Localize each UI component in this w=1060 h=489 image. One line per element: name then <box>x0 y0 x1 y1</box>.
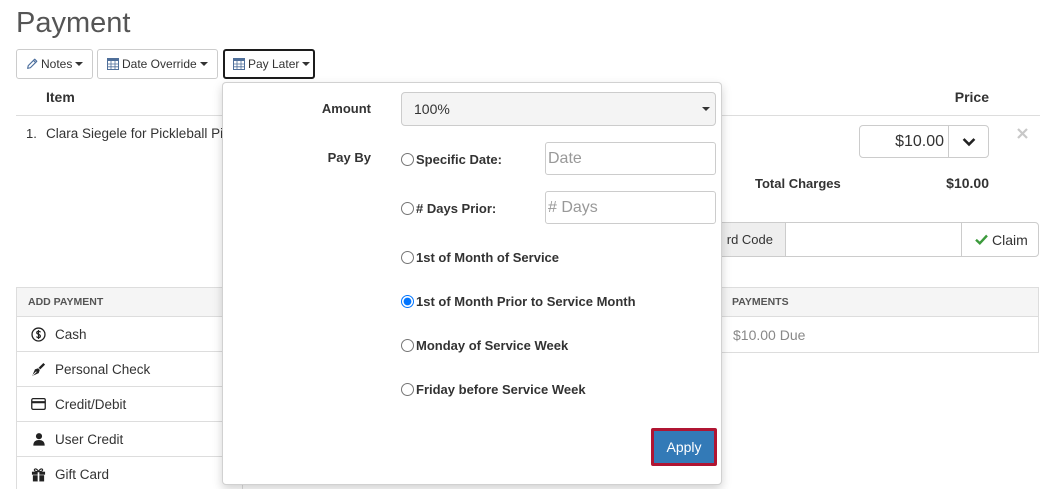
first-of-prior-month-radio[interactable] <box>401 294 414 308</box>
caret-down-icon <box>302 62 311 66</box>
payment-method-gift-card[interactable]: Gift Card <box>17 457 242 489</box>
check-icon <box>975 234 988 245</box>
payment-method-cash[interactable]: Cash <box>17 317 242 352</box>
calendar-icon <box>233 58 245 70</box>
pay-by-option-days-prior[interactable]: # Days Prior: <box>401 200 496 216</box>
pay-later-dropdown-button[interactable]: Pay Later <box>223 49 315 79</box>
add-payment-panel: ADD PAYMENT Cash Personal Check Credit/D… <box>16 287 243 489</box>
amount-select[interactable]: 100% <box>401 92 716 126</box>
notes-dropdown-button[interactable]: Notes <box>16 49 93 79</box>
date-override-button-label: Date Override <box>122 57 197 71</box>
specific-date-radio[interactable] <box>401 152 414 166</box>
caret-down-icon <box>199 62 208 66</box>
chevron-down-icon <box>962 137 976 147</box>
price-column-header: Price <box>954 89 989 105</box>
credit-card-icon <box>31 397 46 412</box>
pay-by-option-friday-before-week[interactable]: Friday before Service Week <box>401 381 586 397</box>
payment-method-label: Personal Check <box>55 361 151 377</box>
amount-select-wrapper: 100% <box>401 92 716 126</box>
first-of-prior-month-label: 1st of Month Prior to Service Month <box>416 293 636 309</box>
days-prior-input[interactable] <box>545 191 716 224</box>
pay-by-option-first-of-month[interactable]: 1st of Month of Service <box>401 249 559 265</box>
pay-by-option-specific-date[interactable]: Specific Date: <box>401 151 502 167</box>
amount-label: Amount <box>321 101 371 116</box>
dollar-circle-icon <box>31 326 46 342</box>
pen-icon <box>31 362 46 377</box>
friday-before-week-label: Friday before Service Week <box>416 381 586 397</box>
pay-later-button-label: Pay Later <box>248 57 300 71</box>
payment-method-credit-debit[interactable]: Credit/Debit <box>17 387 242 422</box>
monday-of-week-label: Monday of Service Week <box>416 337 569 353</box>
remove-line-item-button[interactable] <box>1016 127 1028 139</box>
apply-button[interactable]: Apply <box>651 428 717 466</box>
pay-by-option-monday-of-week[interactable]: Monday of Service Week <box>401 337 568 353</box>
item-column-header: Item <box>46 89 75 105</box>
pay-by-option-first-of-prior-month[interactable]: 1st of Month Prior to Service Month <box>401 293 636 309</box>
line-item-description: Clara Siegele for Pickleball Pi <box>46 126 224 141</box>
payment-method-label: Gift Card <box>55 466 110 482</box>
price-options-button[interactable] <box>948 125 989 158</box>
date-override-dropdown-button[interactable]: Date Override <box>97 49 218 79</box>
price-input[interactable] <box>859 125 949 158</box>
total-charges-value: $10.00 <box>946 175 989 191</box>
gift-icon <box>31 467 46 482</box>
friday-before-week-radio[interactable] <box>401 382 414 396</box>
claim-button-label: Claim <box>992 231 1028 248</box>
close-icon <box>1016 127 1028 139</box>
payment-due-status: $10.00 Due <box>733 326 806 343</box>
first-of-month-radio[interactable] <box>401 250 414 264</box>
first-of-month-label: 1st of Month of Service <box>416 249 560 265</box>
notes-button-label: Notes <box>41 57 73 71</box>
specific-date-label: Specific Date: <box>416 151 502 167</box>
page-title: Payment <box>16 7 131 39</box>
monday-of-week-radio[interactable] <box>401 338 414 352</box>
gift-card-code-input[interactable] <box>785 222 962 257</box>
calendar-icon <box>107 58 119 70</box>
payment-method-label: Cash <box>55 326 87 342</box>
days-prior-radio[interactable] <box>401 201 414 215</box>
payment-method-personal-check[interactable]: Personal Check <box>17 352 242 387</box>
payments-panel: PAYMENTS $10.00 Due <box>720 287 1039 353</box>
claim-button[interactable]: Claim <box>961 222 1039 257</box>
caret-down-icon <box>75 62 84 66</box>
days-prior-label: # Days Prior: <box>416 200 497 216</box>
payments-header: PAYMENTS <box>721 288 1038 317</box>
pencil-icon <box>26 58 38 70</box>
payment-method-label: User Credit <box>55 431 124 447</box>
pay-later-popup: Amount 100% Pay By Specific Date: # Days… <box>222 82 722 485</box>
price-input-group <box>859 125 989 158</box>
line-item-number: 1. <box>26 126 37 141</box>
pay-by-label: Pay By <box>327 150 371 165</box>
payment-method-label: Credit/Debit <box>55 396 127 412</box>
total-charges-label: Total Charges <box>755 176 841 191</box>
add-payment-header: ADD PAYMENT <box>17 288 242 317</box>
user-icon <box>31 432 46 447</box>
specific-date-input[interactable] <box>545 142 716 175</box>
payment-method-user-credit[interactable]: User Credit <box>17 422 242 457</box>
